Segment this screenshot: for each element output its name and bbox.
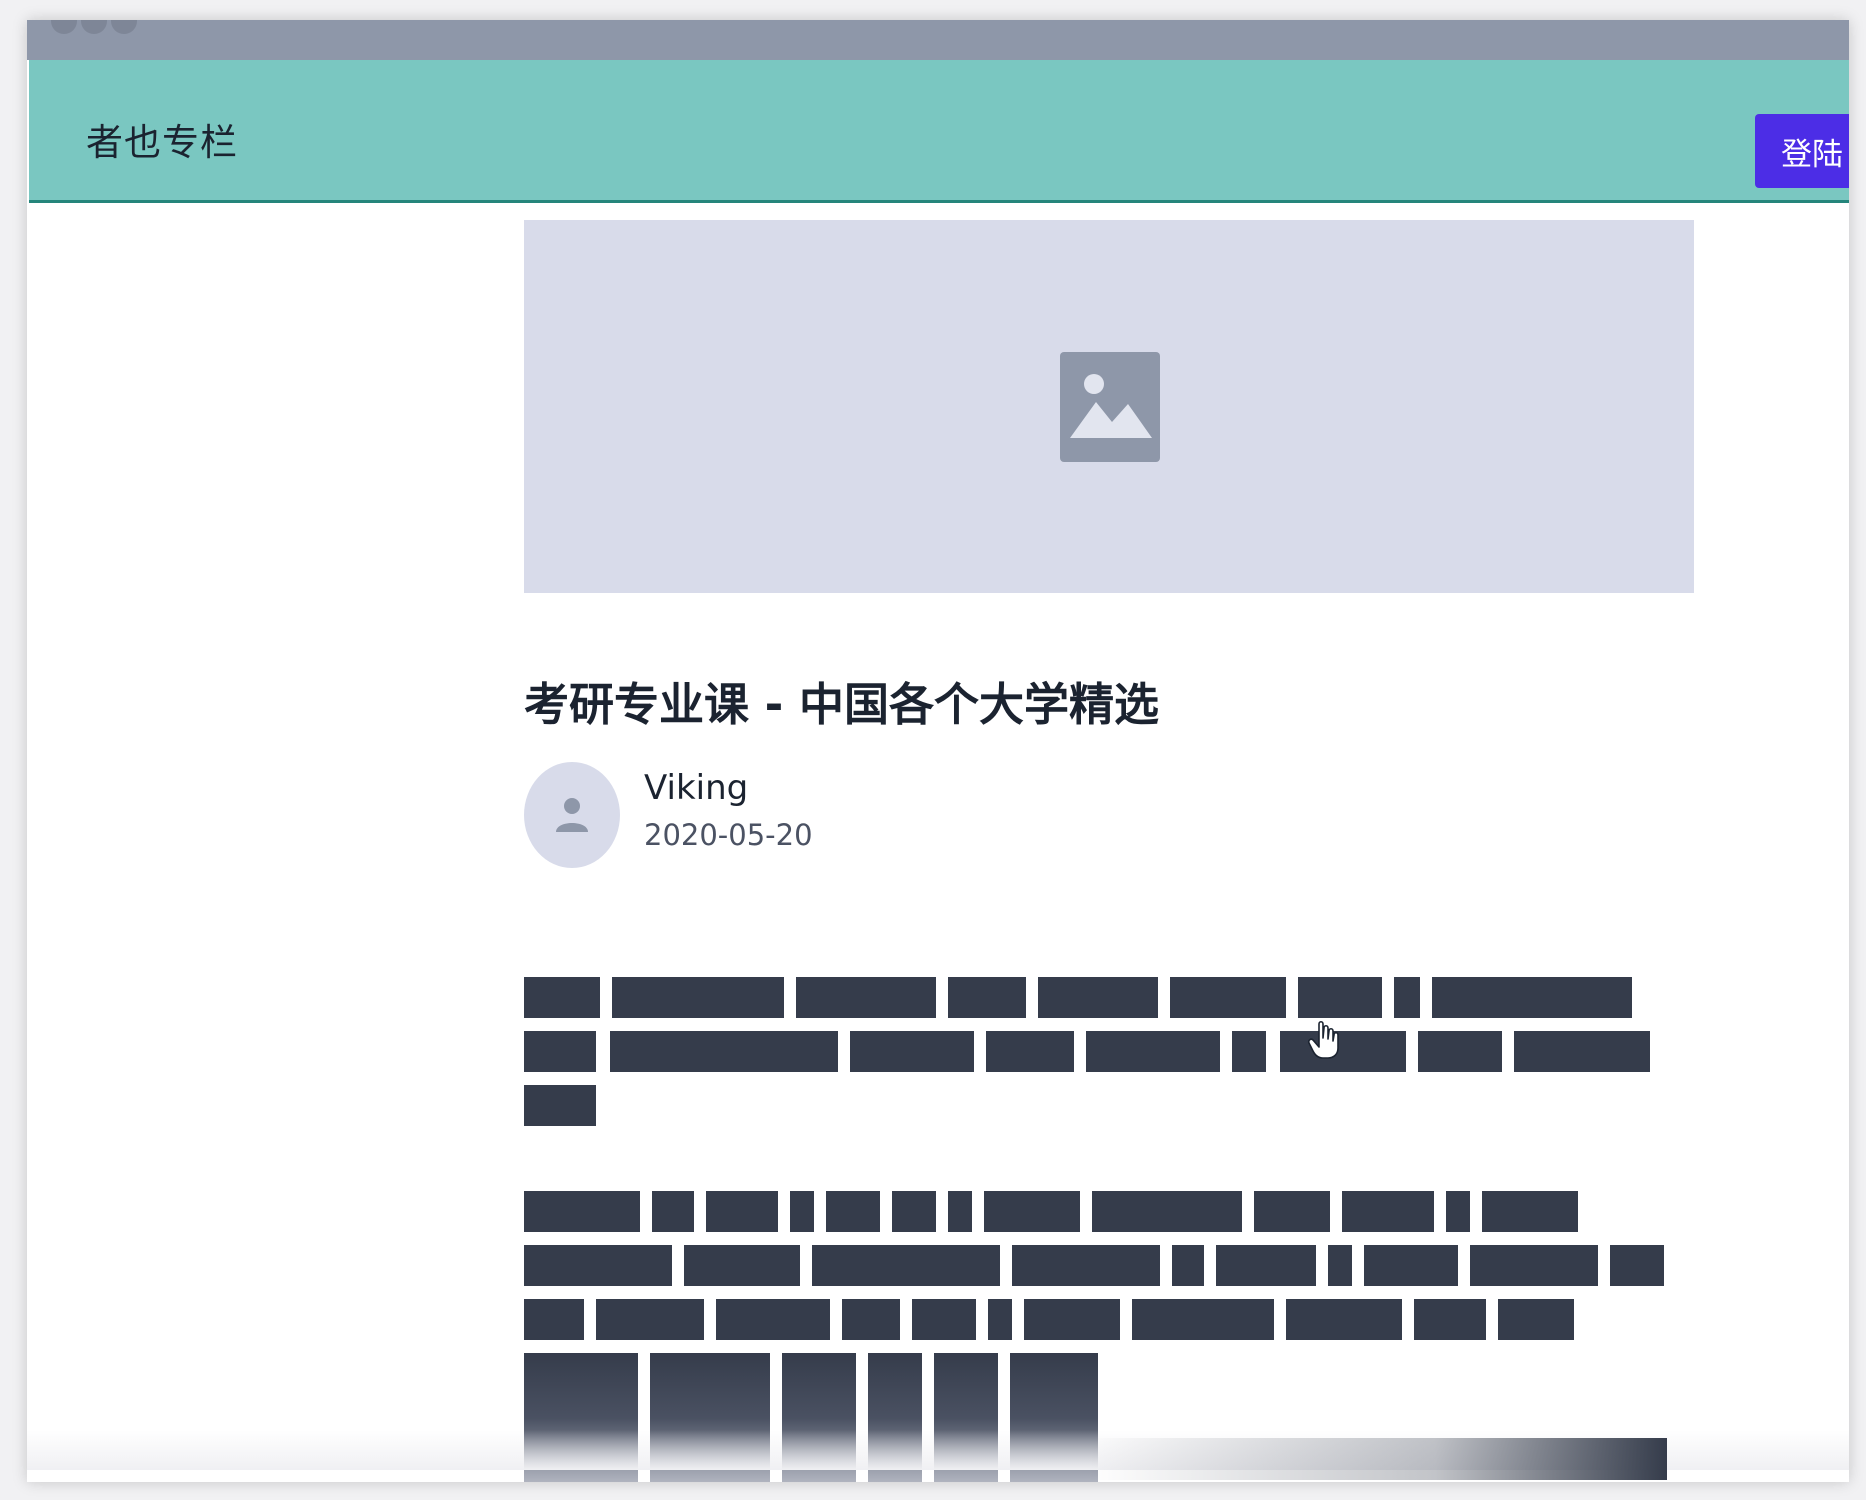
top-navbar: 者也专栏 登陆	[29, 60, 1849, 203]
redacted-text	[1342, 1191, 1434, 1232]
redacted-text	[1418, 1031, 1502, 1072]
scrollbar-thumb[interactable]	[1087, 1438, 1667, 1480]
redacted-text	[684, 1245, 800, 1286]
article-title: 考研专业课 - 中国各个大学精选	[524, 678, 1160, 731]
site-brand[interactable]: 者也专栏	[86, 112, 238, 166]
redacted-text	[524, 1299, 584, 1340]
author-avatar[interactable]	[524, 762, 620, 868]
redacted-text	[988, 1299, 1012, 1340]
redacted-text	[1364, 1245, 1458, 1286]
redacted-text	[1610, 1245, 1664, 1286]
text-line	[524, 1085, 1694, 1126]
redacted-text	[1254, 1191, 1330, 1232]
redacted-text	[986, 1031, 1074, 1072]
redacted-text	[1280, 1031, 1406, 1072]
author-name[interactable]: Viking	[644, 768, 748, 808]
redacted-text	[812, 1245, 1000, 1286]
redacted-text	[524, 1191, 640, 1232]
redacted-text	[652, 1191, 694, 1232]
redacted-text	[716, 1299, 830, 1340]
text-line	[524, 977, 1694, 1018]
redacted-text	[1086, 1031, 1220, 1072]
text-line	[524, 1191, 1694, 1232]
redacted-text	[948, 977, 1026, 1018]
redacted-text	[524, 1085, 596, 1126]
redacted-text	[984, 1191, 1080, 1232]
redacted-text	[610, 1031, 838, 1072]
image-placeholder-icon	[1060, 352, 1160, 462]
article-container: 考研专业课 - 中国各个大学精选 Viking 2020-05-20	[524, 220, 1694, 1482]
article-paragraph	[524, 977, 1694, 1139]
post-date: 2020-05-20	[644, 818, 813, 852]
redacted-text	[1092, 1191, 1242, 1232]
redacted-text	[1514, 1031, 1650, 1072]
redacted-text	[1432, 977, 1632, 1018]
redacted-text	[1394, 977, 1420, 1018]
redacted-text	[1470, 1245, 1598, 1286]
hand-pointer-icon	[1308, 1020, 1339, 1059]
redacted-text	[1298, 977, 1382, 1018]
redacted-text	[912, 1299, 976, 1340]
redacted-text	[1328, 1245, 1352, 1286]
login-button[interactable]: 登陆	[1755, 114, 1849, 188]
text-line	[524, 1245, 1694, 1286]
minimize-window-icon[interactable]	[81, 20, 107, 34]
window-titlebar	[27, 20, 1849, 60]
redacted-text	[596, 1299, 704, 1340]
redacted-text	[1012, 1245, 1160, 1286]
article-paragraph	[524, 1191, 1694, 1482]
redacted-text	[948, 1191, 972, 1232]
maximize-window-icon[interactable]	[111, 20, 137, 34]
redacted-text	[612, 977, 784, 1018]
redacted-text	[1498, 1299, 1574, 1340]
redacted-text	[826, 1191, 880, 1232]
redacted-text	[1172, 1245, 1204, 1286]
redacted-text	[1482, 1191, 1578, 1232]
redacted-text	[790, 1191, 814, 1232]
redacted-text	[842, 1299, 900, 1340]
browser-window: 者也专栏 登陆 考研专业课 - 中国各个大学精选 Viking 2020-05-…	[27, 20, 1849, 1482]
text-line	[524, 1353, 1694, 1482]
close-window-icon[interactable]	[51, 20, 77, 34]
redacted-text	[706, 1191, 778, 1232]
redacted-text	[524, 977, 600, 1018]
text-line	[524, 1299, 1694, 1340]
redacted-text	[1038, 977, 1158, 1018]
redacted-text	[1132, 1299, 1274, 1340]
text-line	[524, 1031, 1694, 1072]
redacted-text	[1232, 1031, 1266, 1072]
redacted-text	[1170, 977, 1286, 1018]
redacted-text	[524, 1245, 672, 1286]
redacted-text	[1286, 1299, 1402, 1340]
redacted-text	[892, 1191, 936, 1232]
redacted-text	[796, 977, 936, 1018]
user-icon	[556, 798, 588, 832]
redacted-text	[1414, 1299, 1486, 1340]
redacted-text	[1216, 1245, 1316, 1286]
hero-image-placeholder	[524, 220, 1694, 593]
redacted-text	[1446, 1191, 1470, 1232]
redacted-text	[850, 1031, 974, 1072]
redacted-text	[524, 1031, 596, 1072]
redacted-text	[1024, 1299, 1120, 1340]
